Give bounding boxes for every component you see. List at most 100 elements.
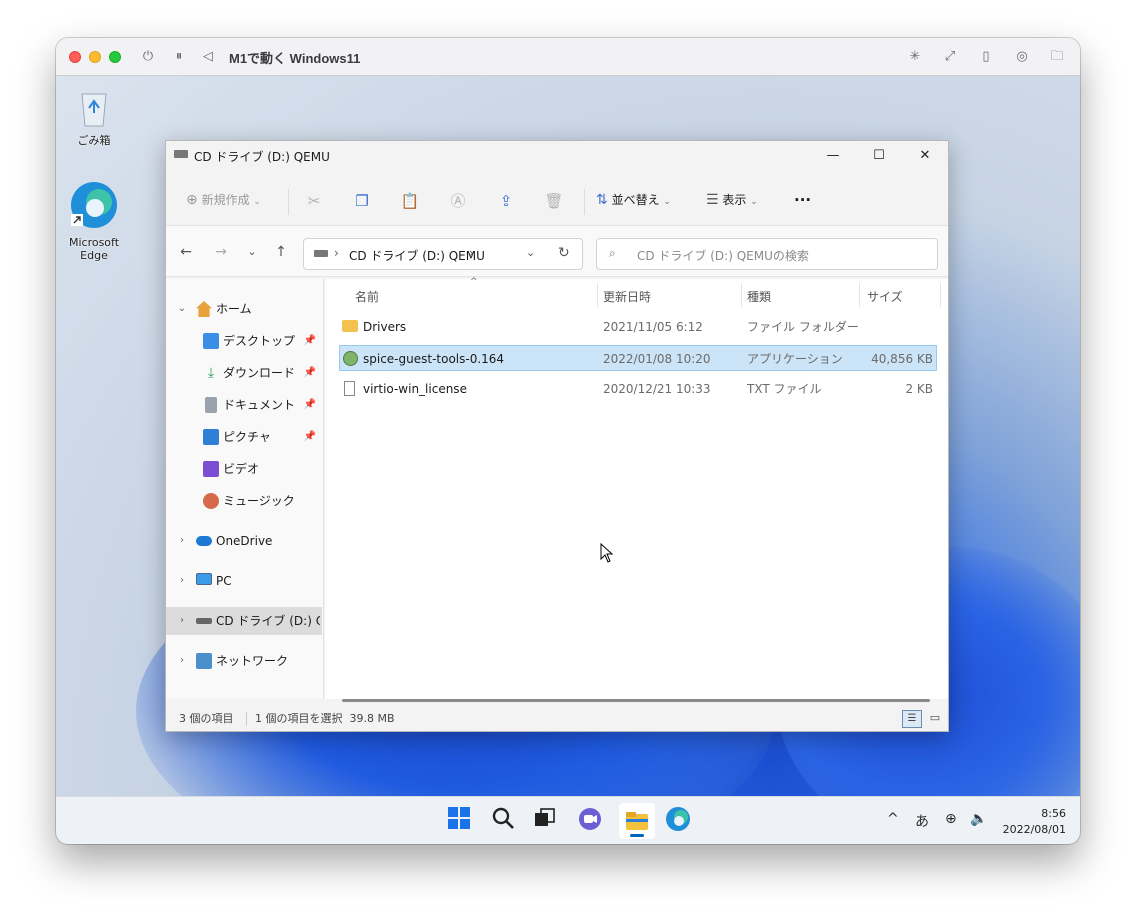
sidebar-item-network[interactable]: › ネットワーク	[166, 647, 322, 675]
chevron-up-icon[interactable]: ^	[887, 811, 899, 827]
search-icon: ⌕	[609, 246, 616, 260]
pin-icon[interactable]: 📌	[304, 423, 316, 451]
view-button[interactable]: ☰ 表示 ⌄	[706, 187, 758, 213]
delete-icon[interactable]: 🗑	[542, 189, 566, 213]
more-button[interactable]: ···	[794, 187, 811, 213]
pin-icon[interactable]: 📌	[304, 391, 316, 419]
file-type: ファイル フォルダー	[747, 320, 859, 334]
search-box[interactable]: ⌕ CD ドライブ (D:) QEMUの検索	[596, 238, 938, 270]
refresh-icon[interactable]: ↻	[558, 245, 570, 261]
paste-icon[interactable]: 📋	[398, 189, 422, 213]
file-size: 2 KB	[905, 382, 933, 396]
explorer-titlebar[interactable]: CD ドライブ (D:) QEMU — ☐ ✕	[166, 141, 948, 171]
column-divider[interactable]	[741, 283, 742, 307]
sidebar-item-label: ビデオ	[223, 462, 260, 476]
column-header-date[interactable]: 更新日時	[603, 287, 651, 307]
history-dropdown-icon[interactable]: ⌄	[526, 246, 535, 259]
breadcrumb-chevron-icon: ›	[334, 246, 339, 260]
file-row-drivers[interactable]: Drivers 2021/11/05 6:12 ファイル フォルダー	[339, 314, 937, 340]
details-view-icon[interactable]: ☰	[902, 710, 922, 728]
folder-icon[interactable]: 🗀	[1047, 47, 1067, 67]
column-divider[interactable]	[940, 283, 941, 307]
horizontal-scrollbar[interactable]	[342, 699, 930, 702]
column-header-type[interactable]: 種類	[747, 287, 771, 307]
music-icon	[203, 493, 219, 509]
rename-icon[interactable]: Ⓐ	[446, 189, 470, 213]
chevron-right-icon[interactable]: ›	[176, 607, 188, 635]
sidebar-item-downloads[interactable]: ⤓ ダウンロード 📌	[166, 359, 322, 387]
close-button[interactable]	[69, 51, 81, 63]
sidebar-item-pc[interactable]: › PC	[166, 567, 322, 595]
column-divider[interactable]	[859, 283, 860, 307]
file-row-spice-guest-tools[interactable]: spice-guest-tools-0.164 2022/01/08 10:20…	[339, 345, 937, 371]
sidebar-item-pictures[interactable]: ピクチャ 📌	[166, 423, 322, 451]
sort-button[interactable]: ⇅ 並べ替え ⌄	[596, 187, 671, 213]
sidebar-item-music[interactable]: ミュージック	[166, 487, 322, 515]
clock[interactable]: 8:56 2022/08/01	[1003, 806, 1066, 838]
edge-taskbar-icon[interactable]	[663, 806, 693, 836]
volume-icon[interactable]: 🔈	[970, 811, 987, 827]
chevron-right-icon[interactable]: ›	[176, 647, 188, 675]
sidebar-item-label: ピクチャ	[223, 430, 271, 444]
vm-window: ⏻ ⏸ ◁ M1で動く Windows11 ✳ ⤢ ▯ ◎ 🗀 ごみ箱 Micr…	[56, 38, 1080, 844]
chevron-right-icon[interactable]: ›	[176, 527, 188, 555]
breadcrumb-segment[interactable]: CD ドライブ (D:) QEMU	[349, 247, 485, 264]
ime-indicator[interactable]: あ	[915, 811, 929, 831]
usb-icon[interactable]: ▯	[976, 47, 996, 67]
file-explorer-window: CD ドライブ (D:) QEMU — ☐ ✕ ⊕ 新規作成 ⌄ ✂ ❐ 📋 Ⓐ…	[165, 140, 949, 732]
search-placeholder: CD ドライブ (D:) QEMUの検索	[637, 249, 809, 263]
pin-icon[interactable]: 📌	[304, 327, 316, 355]
pc-icon	[196, 573, 212, 585]
chat-icon[interactable]	[575, 806, 605, 836]
desktop-icon-edge[interactable]: Microsoft Edge	[62, 180, 126, 262]
sidebar-item-videos[interactable]: ビデオ	[166, 455, 322, 483]
sidebar-item-cd-drive[interactable]: › CD ドライブ (D:) QEMU	[166, 607, 322, 635]
copy-icon[interactable]: ❐	[350, 189, 374, 213]
share-icon[interactable]: ⇪	[494, 189, 518, 213]
minimize-button[interactable]	[89, 51, 101, 63]
desktop-icon-label: ごみ箱	[77, 134, 111, 147]
shared-icon[interactable]: ◎	[1012, 47, 1032, 67]
chevron-right-icon[interactable]: ›	[176, 567, 188, 595]
address-bar[interactable]: › CD ドライブ (D:) QEMU › ⌄ ↻	[303, 238, 583, 270]
column-header-size[interactable]: サイズ	[867, 287, 903, 307]
power-icon[interactable]: ⏻	[138, 47, 158, 67]
sidebar-item-desktop[interactable]: デスクトップ 📌	[166, 327, 322, 355]
sidebar-item-label: ダウンロード	[223, 366, 296, 380]
tiles-view-icon[interactable]: ▭	[926, 710, 944, 728]
search-icon[interactable]	[488, 806, 518, 836]
network-icon[interactable]: ⊕	[945, 811, 957, 827]
file-explorer-taskbar-icon[interactable]	[619, 803, 655, 839]
desktop-icon-recycle-bin[interactable]: ごみ箱	[62, 88, 126, 147]
zoom-button[interactable]	[109, 51, 121, 63]
column-divider[interactable]	[597, 283, 598, 307]
recent-chevron-icon[interactable]: ⌄	[240, 240, 264, 264]
column-header-name[interactable]: 名前	[355, 287, 379, 307]
forward-arrow-icon[interactable]: →	[209, 240, 233, 264]
up-arrow-icon[interactable]: ↑	[269, 240, 293, 264]
brightness-icon[interactable]: ✳	[905, 47, 925, 67]
chevron-down-icon[interactable]: ⌄	[176, 295, 188, 323]
sidebar-item-onedrive[interactable]: › OneDrive	[166, 527, 322, 555]
vm-title: M1で動く Windows11	[229, 51, 361, 66]
sidebar-item-home[interactable]: ⌄ ホーム	[166, 295, 322, 323]
resize-icon[interactable]: ⤢	[940, 47, 960, 67]
task-view-icon[interactable]	[530, 806, 560, 836]
sort-icon: ⇅	[596, 192, 608, 208]
pin-icon[interactable]: 📌	[304, 359, 316, 387]
file-type: アプリケーション	[747, 352, 843, 366]
file-row-virtio-win-license[interactable]: virtio-win_license 2020/12/21 10:33 TXT …	[339, 376, 937, 402]
clock-date: 2022/08/01	[1002, 823, 1066, 836]
back-arrow-icon[interactable]: ←	[174, 240, 198, 264]
folder-icon	[342, 320, 358, 332]
cut-icon[interactable]: ✂	[302, 189, 326, 213]
pause-icon[interactable]: ⏸	[169, 47, 189, 67]
plus-icon: ⊕	[186, 192, 198, 208]
close-window-button[interactable]: ✕	[902, 141, 948, 171]
sidebar-item-documents[interactable]: ドキュメント 📌	[166, 391, 322, 419]
back-icon[interactable]: ◁	[198, 47, 218, 67]
minimize-window-button[interactable]: —	[810, 141, 856, 171]
maximize-window-button[interactable]: ☐	[856, 141, 902, 171]
start-icon[interactable]	[444, 806, 474, 836]
new-button[interactable]: ⊕ 新規作成 ⌄	[186, 187, 261, 213]
